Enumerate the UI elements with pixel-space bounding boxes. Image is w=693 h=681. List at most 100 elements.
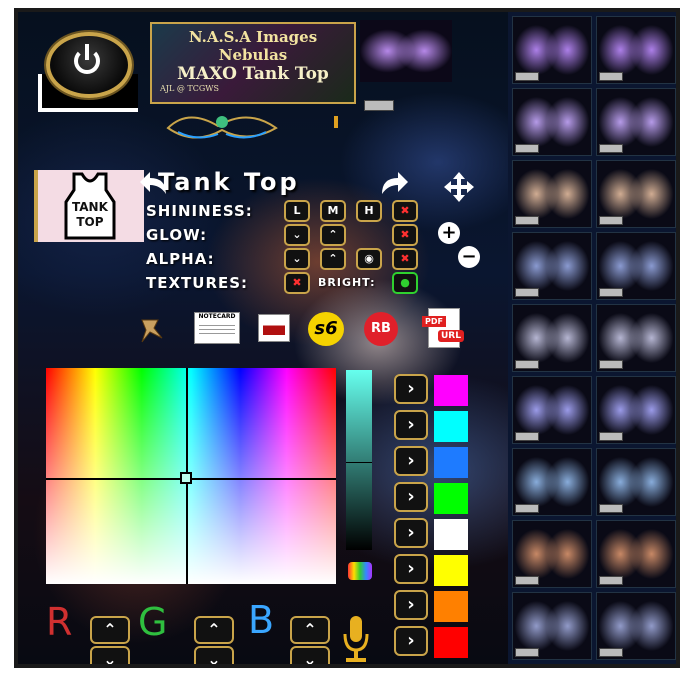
apply-color-button[interactable]: › <box>394 482 428 512</box>
texture-thumbnail[interactable] <box>596 88 676 156</box>
palette-icon[interactable] <box>348 562 372 580</box>
thumbnail-tag <box>515 72 539 81</box>
textures-label: TEXTURES: <box>146 274 249 292</box>
picture-icon[interactable] <box>258 314 290 342</box>
color-swatch[interactable] <box>434 519 468 550</box>
shininess-low-button[interactable]: L <box>284 200 310 222</box>
pin-icon[interactable] <box>136 316 170 346</box>
texture-thumbnail[interactable] <box>512 160 592 228</box>
glow-up-button[interactable]: ⌃ <box>320 224 346 246</box>
red-label: R <box>46 600 73 644</box>
thumbnail-tag <box>599 504 623 513</box>
brightness-slider[interactable] <box>346 370 372 550</box>
green-up-button[interactable]: ⌃ <box>194 616 234 644</box>
texture-thumbnail[interactable] <box>512 520 592 588</box>
texture-thumbnail[interactable] <box>596 448 676 516</box>
texture-thumbnail[interactable] <box>596 304 676 372</box>
thumbnail-tag <box>599 432 623 441</box>
minus-button[interactable]: − <box>458 246 480 268</box>
microphone-icon[interactable] <box>342 616 370 664</box>
shininess-clear-button[interactable]: ✖ <box>392 200 418 222</box>
rb-button[interactable]: RB <box>364 312 398 346</box>
texture-thumbnail[interactable] <box>512 448 592 516</box>
texture-thumbnail[interactable] <box>512 16 592 84</box>
thumbnail-tag <box>599 72 623 81</box>
plaque-line-2: Nebulas <box>218 46 288 64</box>
texture-thumbnail[interactable] <box>596 16 676 84</box>
tank-top-icon[interactable]: TANK TOP <box>34 170 144 242</box>
thumbnail-tag <box>515 360 539 369</box>
shininess-medium-button[interactable]: M <box>320 200 346 222</box>
blue-down-button[interactable]: ⌄ <box>290 646 330 664</box>
alpha-eye-button[interactable]: ◉ <box>356 248 382 270</box>
apply-color-button[interactable]: › <box>394 410 428 440</box>
s6-button[interactable]: s6 <box>308 312 344 346</box>
color-swatch[interactable] <box>434 375 468 406</box>
texture-thumbnail[interactable] <box>596 520 676 588</box>
texture-thumbnail[interactable] <box>512 376 592 444</box>
move-arrows-icon[interactable] <box>444 172 474 202</box>
thumbnail-tag <box>515 576 539 585</box>
texture-thumbnail[interactable] <box>512 592 592 660</box>
plaque-line-1: N.A.S.A Images <box>188 28 318 46</box>
pdf-url-button[interactable]: PDF URL <box>422 308 472 348</box>
texture-thumbnail[interactable] <box>596 160 676 228</box>
color-swatch[interactable] <box>434 447 468 478</box>
bright-label: BRIGHT: <box>318 276 376 289</box>
plaque-credit: AJL @ TCGWS <box>160 84 219 93</box>
color-swatch[interactable] <box>434 591 468 622</box>
picker-cursor[interactable] <box>180 472 192 484</box>
thumbnail-tag <box>515 432 539 441</box>
thumbnail-tag <box>599 144 623 153</box>
blue-up-button[interactable]: ⌃ <box>290 616 330 644</box>
texture-gallery <box>508 12 676 664</box>
alpha-down-button[interactable]: ⌄ <box>284 248 310 270</box>
texture-thumbnail[interactable] <box>596 232 676 300</box>
alpha-up-button[interactable]: ⌃ <box>320 248 346 270</box>
color-picker[interactable] <box>46 368 336 584</box>
apply-color-button[interactable]: › <box>394 590 428 620</box>
shininess-high-button[interactable]: H <box>356 200 382 222</box>
color-swatch[interactable] <box>434 411 468 442</box>
texture-thumbnail[interactable] <box>512 304 592 372</box>
apply-color-button[interactable]: › <box>394 554 428 584</box>
plaque-line-3: MAXO Tank Top <box>177 64 329 84</box>
texture-thumbnail[interactable] <box>596 376 676 444</box>
power-button[interactable] <box>46 32 132 98</box>
color-swatch[interactable] <box>434 483 468 514</box>
alpha-clear-button[interactable]: ✖ <box>392 248 418 270</box>
bright-button[interactable]: ● <box>392 272 418 294</box>
thumbnail-tag <box>599 360 623 369</box>
notecard-button[interactable]: NOTECARD <box>194 312 240 344</box>
redo-arrow-icon[interactable] <box>378 172 408 196</box>
apply-color-button[interactable]: › <box>394 626 428 656</box>
thumbnail-tag <box>599 288 623 297</box>
green-down-button[interactable]: ⌄ <box>194 646 234 664</box>
glow-clear-button[interactable]: ✖ <box>392 224 418 246</box>
blue-label: B <box>248 598 275 642</box>
marker <box>334 116 338 128</box>
green-label: G <box>138 600 168 644</box>
red-up-button[interactable]: ⌃ <box>90 616 130 644</box>
alpha-label: ALPHA: <box>146 250 215 268</box>
thumbnail-tag <box>515 504 539 513</box>
texture-thumbnail[interactable] <box>512 232 592 300</box>
ornament-logo <box>166 116 278 139</box>
apply-color-button[interactable]: › <box>394 518 428 548</box>
preview-image[interactable] <box>360 20 452 82</box>
preview-tag <box>364 100 394 111</box>
thumbnail-tag <box>515 144 539 153</box>
apply-color-button[interactable]: › <box>394 446 428 476</box>
color-swatch[interactable] <box>434 627 468 658</box>
thumbnail-tag <box>599 576 623 585</box>
apply-color-button[interactable]: › <box>394 374 428 404</box>
glow-down-button[interactable]: ⌄ <box>284 224 310 246</box>
thumbnail-tag <box>515 216 539 225</box>
notecard-label: NOTECARD <box>198 313 236 320</box>
texture-thumbnail[interactable] <box>512 88 592 156</box>
textures-clear-button[interactable]: ✖ <box>284 272 310 294</box>
red-down-button[interactable]: ⌄ <box>90 646 130 664</box>
texture-thumbnail[interactable] <box>596 592 676 660</box>
color-swatch[interactable] <box>434 555 468 586</box>
plus-button[interactable]: + <box>438 222 460 244</box>
